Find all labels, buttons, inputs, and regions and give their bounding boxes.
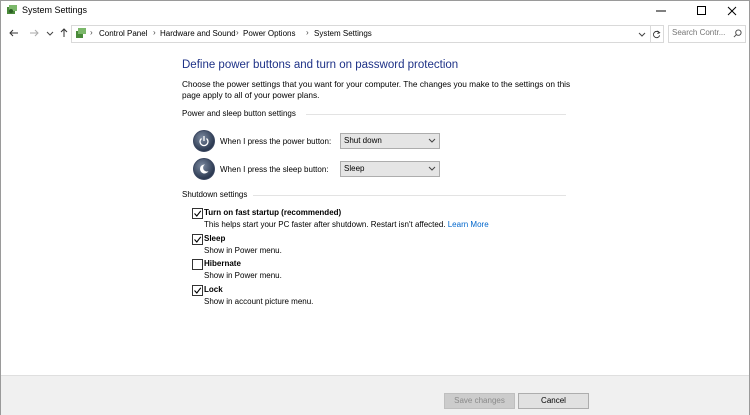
footer-bar: Save changes Cancel [1,375,749,415]
search-icon[interactable] [733,29,742,38]
checkmark-icon [194,287,202,294]
lock-checkbox[interactable] [192,285,203,296]
minimize-button[interactable] [644,1,678,21]
system-settings-window: System Settings › Control Panel › Hardwa… [0,0,750,415]
breadcrumb-system-settings[interactable]: System Settings [314,29,372,38]
address-bar[interactable]: › Control Panel › Hardware and Sound › P… [71,25,651,43]
control-panel-app-icon [7,5,17,14]
sleep-button-action-value: Sleep [344,164,365,173]
fast-startup-description-text: This helps start your PC faster after sh… [204,220,446,229]
refresh-button[interactable] [649,25,664,43]
maximize-button[interactable] [685,1,719,21]
save-changes-button[interactable]: Save changes [444,393,515,409]
hibernate-label[interactable]: Hibernate [204,259,241,268]
power-symbol-icon [199,136,209,147]
lock-description: Show in account picture menu. [204,297,314,306]
breadcrumb-hardware-and-sound[interactable]: Hardware and Sound [160,29,236,38]
chevron-down-icon [46,31,54,36]
sleep-button-icon [193,158,215,180]
breadcrumb-control-panel[interactable]: Control Panel [99,29,147,38]
chevron-down-icon [428,138,436,143]
fast-startup-checkbox[interactable] [192,208,203,219]
address-dropdown-icon[interactable] [638,30,646,38]
power-button-action-select[interactable]: Shut down [340,133,440,149]
sleep-description: Show in Power menu. [204,246,282,255]
power-button-icon [193,130,215,152]
checkmark-icon [194,210,202,217]
search-input[interactable] [672,28,730,37]
moon-icon [199,164,209,174]
sleep-button-label: When I press the sleep button: [220,165,329,174]
minimize-icon [656,10,666,12]
breadcrumb-power-options[interactable]: Power Options [243,29,295,38]
title-bar: System Settings [1,1,749,21]
hibernate-description: Show in Power menu. [204,271,282,280]
section-divider [253,195,566,196]
close-button[interactable] [715,1,749,21]
page-description: Choose the power settings that you want … [182,79,571,100]
chevron-down-icon [428,166,436,171]
fast-startup-description: This helps start your PC faster after sh… [204,220,489,229]
content-area: Define power buttons and turn on passwor… [1,46,749,376]
window-title: System Settings [22,5,88,15]
section-divider [306,114,566,115]
checkmark-icon [194,236,202,243]
breadcrumb-separator: › [90,28,93,37]
breadcrumb-separator: › [153,28,156,37]
sleep-checkbox[interactable] [192,234,203,245]
recent-locations-button[interactable] [43,26,57,40]
up-button[interactable] [57,26,71,40]
hibernate-checkbox[interactable] [192,259,203,270]
lock-label[interactable]: Lock [204,285,223,294]
back-button[interactable] [7,26,21,40]
maximize-icon [697,6,706,15]
close-icon [727,6,737,16]
power-button-label: When I press the power button: [220,137,332,146]
cancel-button[interactable]: Cancel [518,393,589,409]
forward-button[interactable] [27,26,41,40]
shutdown-section-heading: Shutdown settings [182,190,248,199]
search-box[interactable] [668,25,746,43]
control-panel-icon [76,28,86,38]
refresh-icon [652,30,661,38]
up-arrow-icon [60,28,68,37]
fast-startup-label[interactable]: Turn on fast startup (recommended) [204,208,341,217]
address-row: › Control Panel › Hardware and Sound › P… [1,23,749,43]
learn-more-link[interactable]: Learn More [448,220,489,229]
back-arrow-icon [9,29,18,37]
power-button-action-value: Shut down [344,136,382,145]
sleep-label[interactable]: Sleep [204,234,225,243]
sleep-button-action-select[interactable]: Sleep [340,161,440,177]
forward-arrow-icon [30,29,39,37]
breadcrumb-separator: › [236,28,239,37]
power-section-heading: Power and sleep button settings [182,109,296,118]
page-title: Define power buttons and turn on passwor… [182,59,459,71]
breadcrumb-separator: › [306,28,309,37]
